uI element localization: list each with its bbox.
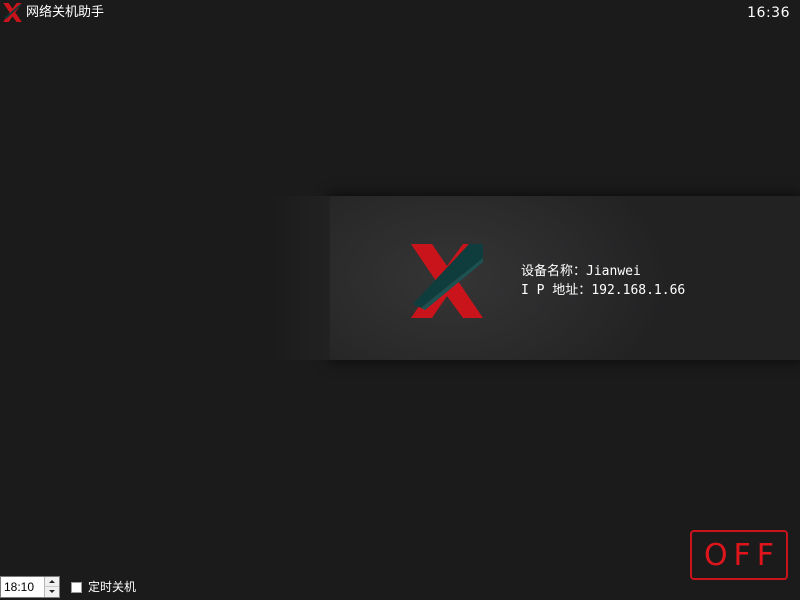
shutdown-button[interactable]: OFF: [690, 530, 788, 580]
spin-up-arrow-icon[interactable]: [44, 577, 59, 587]
title-bar: 网络关机助手 16:36: [0, 0, 800, 26]
spin-down-arrow-icon[interactable]: [44, 587, 59, 597]
device-ip-row: I P 地址：192.168.1.66: [521, 281, 685, 300]
timer-shutdown-checkbox[interactable]: [71, 582, 82, 593]
x-logo-icon: [3, 3, 22, 22]
timer-time-value[interactable]: 18:10: [4, 580, 34, 594]
timer-time-input[interactable]: 18:10: [0, 576, 60, 598]
x-logo-icon: [411, 244, 483, 318]
app-window: 网络关机助手 16:36 设备名称：Jianwei I P 地址：192.168…: [0, 0, 800, 600]
device-name-label: 设备名称：: [521, 264, 587, 279]
device-info-text: 设备名称：Jianwei I P 地址：192.168.1.66: [521, 262, 685, 300]
clock-display: 16:36: [747, 5, 790, 21]
window-title: 网络关机助手: [26, 5, 105, 20]
device-name-value: Jianwei: [586, 264, 641, 279]
device-ip-label: I P 地址：: [521, 283, 592, 298]
device-name-row: 设备名称：Jianwei: [521, 262, 685, 281]
timer-shutdown-label[interactable]: 定时关机: [88, 580, 136, 595]
device-ip-value: 192.168.1.66: [591, 283, 686, 298]
